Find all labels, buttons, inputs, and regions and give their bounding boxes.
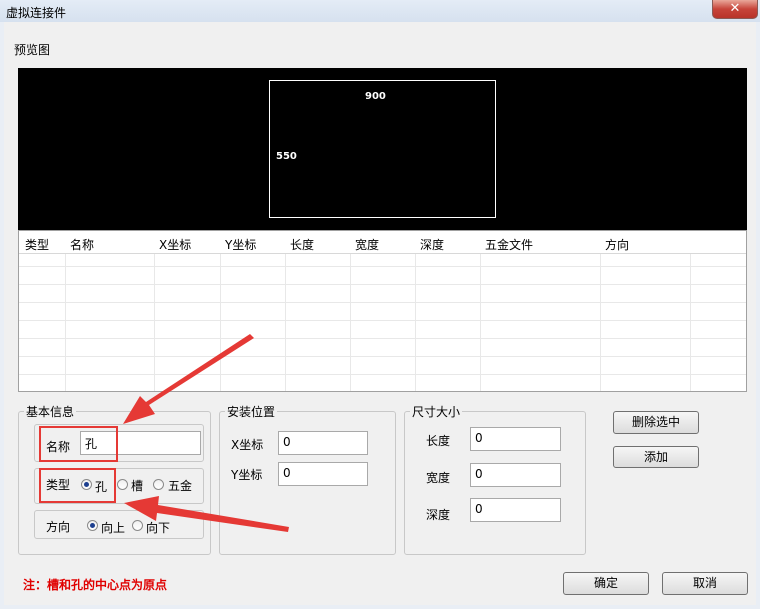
annotation-arrows (123, 334, 289, 532)
annotation-arrow-to-name (123, 334, 254, 424)
annotation-arrow-to-type (124, 496, 289, 532)
